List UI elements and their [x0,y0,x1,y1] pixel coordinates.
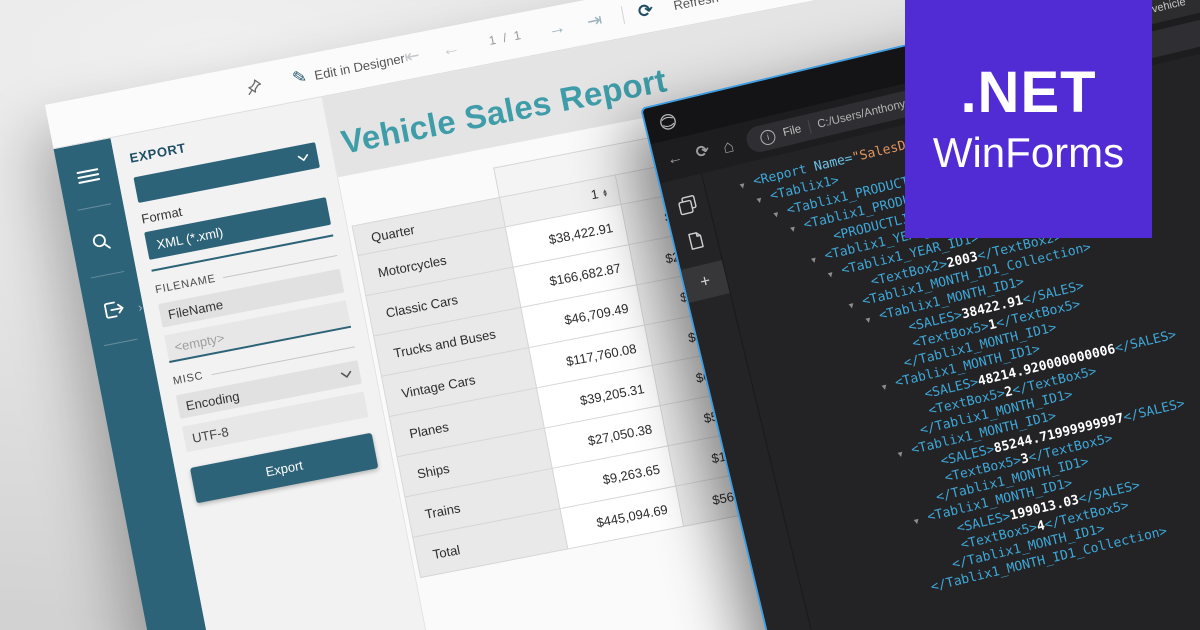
dotnet-winforms-badge: .NET WinForms [905,0,1152,238]
collapse-arrow-spacer [912,398,926,401]
next-page-button[interactable]: → [544,5,570,52]
new-tab-button[interactable]: + [681,260,730,303]
encoding-value: UTF-8 [191,424,230,446]
page-indicator: 1 / 1 [485,13,527,63]
address-scheme-label: File [782,123,803,139]
pencil-icon: ✎ [291,67,309,89]
collapse-arrow-spacer [916,415,930,418]
hamburger-icon [76,165,101,187]
search-icon [88,229,114,255]
tab-activity-icon[interactable] [656,110,680,134]
collapse-arrow-spacer [944,533,958,536]
rail-divider [91,271,125,278]
format-value: XML (*.xml) [155,224,224,252]
export-icon [100,296,128,322]
home-button[interactable]: ⌂ [721,136,736,156]
collapse-arrow-spacer [900,348,914,351]
chevron-down-icon [340,370,352,379]
address-separator [807,120,811,134]
pin-icon [244,76,265,97]
misc-section-label: MISC [172,370,204,388]
refresh-button[interactable]: ⟳ [634,0,657,34]
info-icon: i [759,128,777,146]
encoding-label: Encoding [185,388,241,413]
collapse-arrow-spacer [940,569,954,572]
rail-divider [104,339,138,346]
page-tab-icon[interactable] [686,230,705,251]
back-button[interactable]: ← [665,150,684,169]
browser-tab-label: vehicle [1151,0,1187,16]
collapse-arrow-spacer [858,286,872,289]
chevron-down-icon [297,153,309,162]
prev-page-button[interactable]: ← [438,25,464,72]
tab-stack-icon[interactable] [676,194,699,217]
collapse-arrow-spacer [821,240,835,243]
collapse-arrow-spacer [932,482,946,485]
plus-icon: + [698,271,712,293]
browser-refresh-button[interactable]: ⟳ [694,143,711,162]
collapse-arrow-spacer [928,465,942,468]
collapse-arrow-spacer [907,434,921,437]
sort-icon[interactable]: ▲▼ [601,189,608,198]
menu-button[interactable] [76,165,101,187]
filename-placeholder: <empty> [173,330,226,354]
dotnet-logo-text: .NET [960,64,1096,122]
collapse-arrow-spacer [896,331,910,334]
export-nav-button[interactable]: › [100,296,128,322]
last-page-button[interactable]: ⇥ [583,0,606,44]
collapse-arrow-spacer [948,549,962,552]
rail-divider [78,203,112,210]
first-page-icon: ⇤ [403,44,422,67]
next-page-icon: → [546,16,568,40]
refresh-icon: ⟳ [636,0,655,22]
winforms-logo-text: WinForms [933,132,1124,174]
collapse-arrow-spacer [918,591,932,594]
prev-page-icon: ← [440,37,462,61]
collapse-arrow-spacer [891,367,905,370]
last-page-icon: ⇥ [585,9,604,32]
filename-label: FileName [167,296,224,321]
pin-button[interactable] [241,63,267,110]
edit-in-designer-label: Edit in Designer [313,50,406,82]
toolbar-separator [618,0,627,37]
collapse-arrow-spacer [923,502,937,505]
filename-section-label: FILENAME [154,273,217,296]
search-button[interactable] [88,229,114,255]
stage: ✎ Edit in Designer ⇤ ← 1 / 1 → ⇥ ⟳ [0,0,1200,630]
